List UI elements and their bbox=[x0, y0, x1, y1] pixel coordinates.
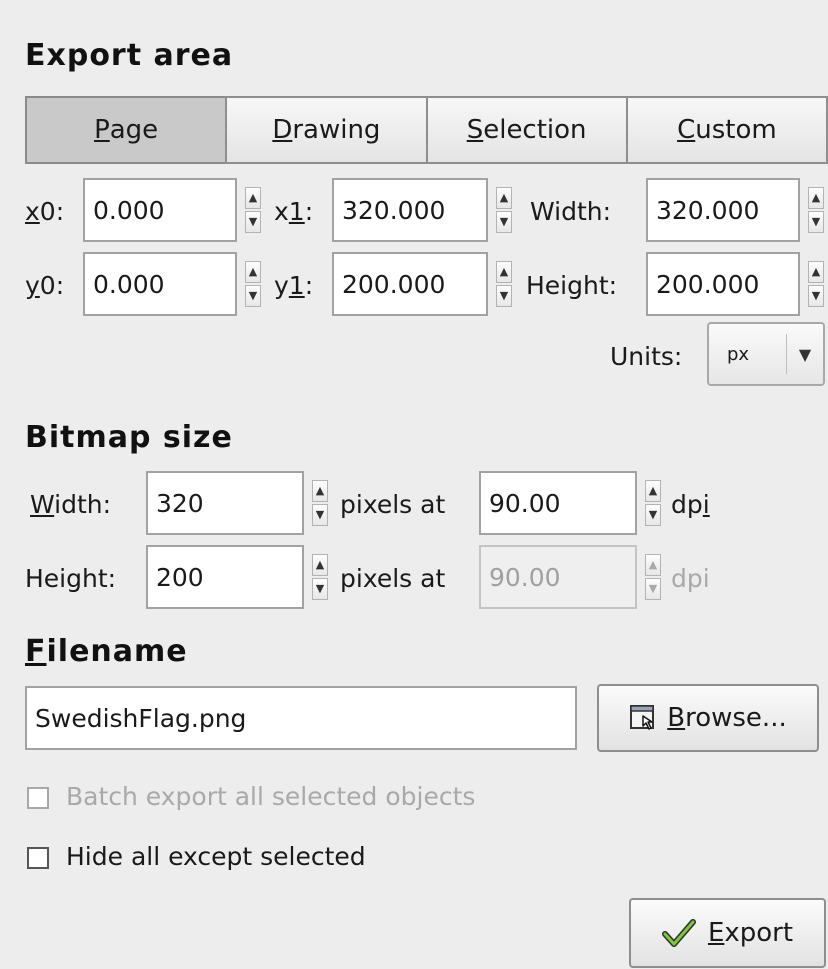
x1-down-arrow-icon[interactable]: ▼ bbox=[496, 211, 512, 233]
x0-down-arrow-icon[interactable]: ▼ bbox=[245, 211, 261, 233]
height-down-arrow-icon[interactable]: ▼ bbox=[808, 285, 824, 307]
width-label: Width: bbox=[530, 197, 612, 226]
bitmap-height-spinbox[interactable]: 200 ▲ ▼ bbox=[146, 545, 332, 609]
units-value: px bbox=[727, 343, 750, 365]
folder-browse-icon bbox=[629, 703, 659, 733]
height-up-arrow-icon[interactable]: ▲ bbox=[808, 261, 824, 283]
x1-input[interactable]: 320.000 bbox=[332, 178, 488, 242]
dpi-up-arrow-icon[interactable]: ▲ bbox=[645, 480, 661, 502]
width-spinbox[interactable]: 320.000 ▲ ▼ bbox=[646, 178, 828, 242]
bitmap-width-input[interactable]: 320 bbox=[146, 471, 304, 535]
height-label: Height: bbox=[526, 271, 618, 300]
export-button[interactable]: Export bbox=[629, 898, 826, 968]
y1-spinbox[interactable]: 200.000 ▲ ▼ bbox=[332, 252, 516, 316]
dpi-label: dpi bbox=[671, 490, 710, 519]
dpi-spinbox[interactable]: 90.00 ▲ ▼ bbox=[479, 471, 665, 535]
units-label: Units: bbox=[610, 342, 683, 371]
y0-label: y0: bbox=[25, 271, 65, 300]
tab-selection[interactable]: Selection bbox=[425, 96, 628, 164]
export-area-tabs: Page Drawing Selection Custom bbox=[25, 96, 828, 164]
height-input[interactable]: 200.000 bbox=[646, 252, 800, 316]
bitmap-width-label: Width: bbox=[30, 490, 112, 519]
bitmap-height-input[interactable]: 200 bbox=[146, 545, 304, 609]
bitmap-height-up-arrow-icon[interactable]: ▲ bbox=[312, 554, 328, 576]
dpi2-up-arrow-icon: ▲ bbox=[645, 554, 661, 576]
x1-label: x1: bbox=[274, 197, 314, 226]
y1-label: y1: bbox=[274, 271, 314, 300]
y0-up-arrow-icon[interactable]: ▲ bbox=[245, 261, 261, 283]
x0-spinbox[interactable]: 0.000 ▲ ▼ bbox=[83, 178, 265, 242]
checkmark-icon bbox=[661, 918, 696, 948]
dpi-input-disabled: 90.00 bbox=[479, 545, 637, 609]
width-down-arrow-icon[interactable]: ▼ bbox=[808, 211, 824, 233]
width-up-arrow-icon[interactable]: ▲ bbox=[808, 187, 824, 209]
units-combo[interactable]: px ▼ bbox=[707, 322, 825, 386]
x1-spinbox[interactable]: 320.000 ▲ ▼ bbox=[332, 178, 516, 242]
bitmap-height-label: Height: bbox=[25, 564, 117, 593]
hide-all-label: Hide all except selected bbox=[66, 842, 366, 871]
dpi-spinbox-disabled: 90.00 ▲ ▼ bbox=[479, 545, 665, 609]
pixels-at-label-2: pixels at bbox=[340, 564, 446, 593]
pixels-at-label: pixels at bbox=[340, 490, 446, 519]
export-area-title: Export area bbox=[25, 38, 234, 73]
height-spinbox[interactable]: 200.000 ▲ ▼ bbox=[646, 252, 828, 316]
dpi2-down-arrow-icon: ▼ bbox=[645, 578, 661, 600]
dpi-down-arrow-icon[interactable]: ▼ bbox=[645, 504, 661, 526]
x1-up-arrow-icon[interactable]: ▲ bbox=[496, 187, 512, 209]
filename-title: Filename bbox=[25, 634, 188, 669]
bitmap-width-down-arrow-icon[interactable]: ▼ bbox=[312, 504, 328, 526]
y0-input[interactable]: 0.000 bbox=[83, 252, 237, 316]
y1-input[interactable]: 200.000 bbox=[332, 252, 488, 316]
dpi-label-disabled: dpi bbox=[671, 564, 710, 593]
filename-input[interactable]: SwedishFlag.png bbox=[25, 686, 577, 750]
batch-export-checkbox[interactable] bbox=[27, 787, 49, 809]
tab-drawing[interactable]: Drawing bbox=[225, 96, 428, 164]
bitmap-height-down-arrow-icon[interactable]: ▼ bbox=[312, 578, 328, 600]
y0-spinbox[interactable]: 0.000 ▲ ▼ bbox=[83, 252, 265, 316]
hide-all-checkbox[interactable] bbox=[27, 847, 49, 869]
bitmap-size-title: Bitmap size bbox=[25, 420, 233, 455]
bitmap-width-up-arrow-icon[interactable]: ▲ bbox=[312, 480, 328, 502]
x0-input[interactable]: 0.000 bbox=[83, 178, 237, 242]
batch-export-label: Batch export all selected objects bbox=[66, 782, 476, 811]
y1-up-arrow-icon[interactable]: ▲ bbox=[496, 261, 512, 283]
chevron-down-icon: ▼ bbox=[798, 344, 812, 364]
y1-down-arrow-icon[interactable]: ▼ bbox=[496, 285, 512, 307]
x0-label: x0: bbox=[25, 197, 65, 226]
tab-page[interactable]: Page bbox=[25, 96, 228, 164]
dpi-input[interactable]: 90.00 bbox=[479, 471, 637, 535]
browse-button[interactable]: Browse... bbox=[597, 684, 819, 752]
y0-down-arrow-icon[interactable]: ▼ bbox=[245, 285, 261, 307]
x0-up-arrow-icon[interactable]: ▲ bbox=[245, 187, 261, 209]
tab-custom[interactable]: Custom bbox=[625, 96, 828, 164]
bitmap-width-spinbox[interactable]: 320 ▲ ▼ bbox=[146, 471, 332, 535]
width-input[interactable]: 320.000 bbox=[646, 178, 800, 242]
